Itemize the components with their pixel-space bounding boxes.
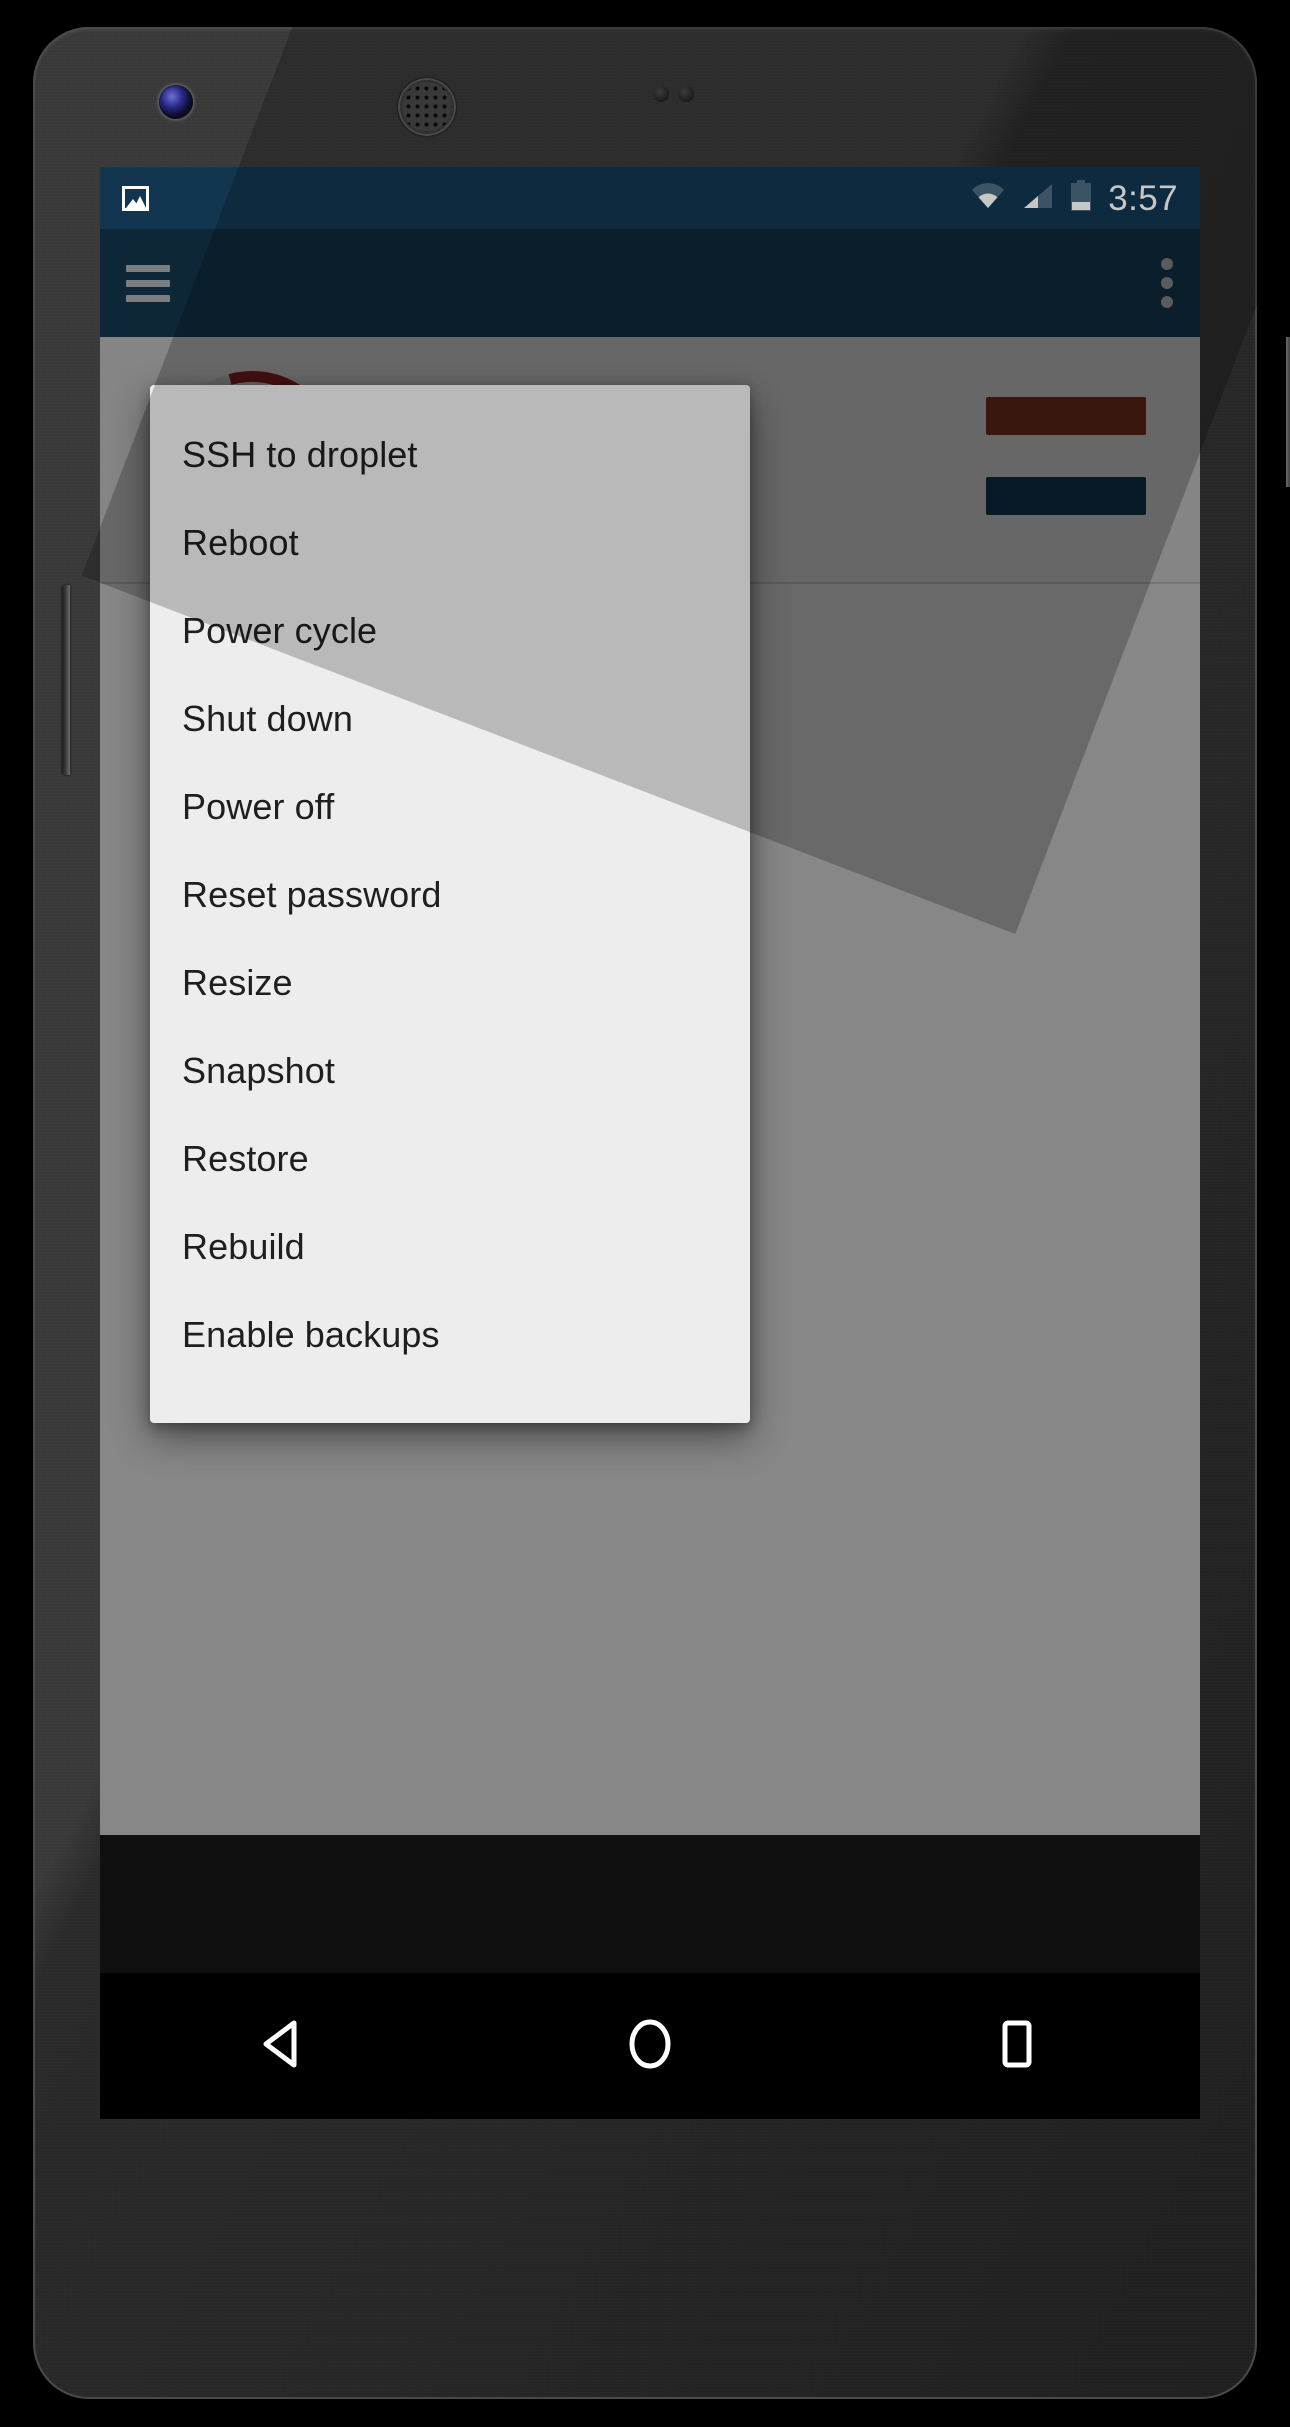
menu-item-shut-down[interactable]: Shut down <box>150 675 750 763</box>
android-navigation-bar <box>100 1973 1200 2119</box>
front-camera-icon <box>159 85 193 119</box>
status-bar-system-icons: 3:57 <box>970 178 1178 218</box>
menu-item-power-cycle[interactable]: Power cycle <box>150 587 750 675</box>
status-bar: 3:57 <box>100 167 1200 229</box>
light-sensor-icon <box>678 86 694 102</box>
status-bar-clock: 3:57 <box>1108 178 1178 218</box>
earpiece-grille <box>402 82 452 132</box>
battery-icon <box>1070 179 1092 217</box>
status-bar-notifications <box>122 185 149 211</box>
menu-item-restore[interactable]: Restore <box>150 1115 750 1203</box>
menu-item-snapshot[interactable]: Snapshot <box>150 1027 750 1115</box>
cellular-signal-icon <box>1022 182 1054 215</box>
image-icon <box>122 185 149 211</box>
earpiece-speaker-icon <box>398 78 456 136</box>
menu-item-rebuild[interactable]: Rebuild <box>150 1203 750 1291</box>
droplet-actions-dialog: SSH to droplet Reboot Power cycle Shut d… <box>150 385 750 1423</box>
recents-icon <box>986 2013 1048 2080</box>
phone-device: 3:57 SSH to droplet Reboot Power cycle S… <box>33 27 1290 2399</box>
phone-screen: 3:57 SSH to droplet Reboot Power cycle S… <box>100 167 1200 2119</box>
volume-button[interactable] <box>62 585 70 775</box>
proximity-sensor-icon <box>653 86 669 102</box>
menu-item-reset-password[interactable]: Reset password <box>150 851 750 939</box>
power-button[interactable] <box>1286 337 1290 487</box>
nav-back-button[interactable] <box>208 1973 358 2119</box>
menu-item-power-off[interactable]: Power off <box>150 763 750 851</box>
menu-item-ssh-to-droplet[interactable]: SSH to droplet <box>150 411 750 499</box>
screenshot-root: 3:57 SSH to droplet Reboot Power cycle S… <box>0 0 1290 2427</box>
back-icon <box>252 2013 314 2080</box>
menu-item-enable-backups[interactable]: Enable backups <box>150 1291 750 1379</box>
menu-item-reboot[interactable]: Reboot <box>150 499 750 587</box>
nav-home-button[interactable] <box>575 1973 725 2119</box>
home-icon <box>619 2013 681 2080</box>
menu-item-resize[interactable]: Resize <box>150 939 750 1027</box>
wifi-icon <box>970 182 1006 215</box>
nav-recents-button[interactable] <box>942 1973 1092 2119</box>
